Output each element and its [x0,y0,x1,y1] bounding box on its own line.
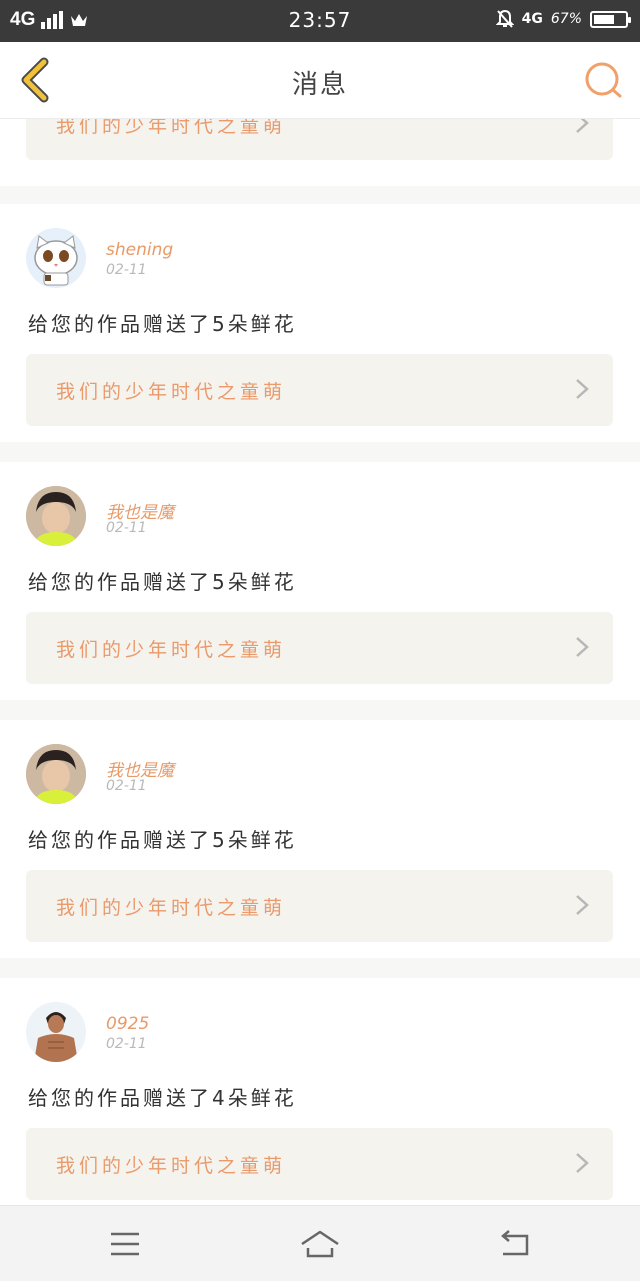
avatar[interactable] [26,228,86,288]
chevron-right-icon [576,637,589,657]
message-date: 02-11 [106,778,147,794]
battery-icon [590,10,631,28]
network-type-right: 4G [521,11,543,27]
mute-bell-icon [495,9,514,28]
message-text: 给您的作品赠送了5朵鲜花 [28,828,297,852]
work-title: 我们的少年时代之童萌 [56,897,287,919]
chevron-right-icon [576,379,589,399]
cat-avatar-image [34,235,78,286]
avatar[interactable] [26,486,86,546]
username[interactable]: shening [106,240,173,260]
work-link[interactable]: 我们的少年时代之童萌 [26,354,613,426]
work-title: 我们的少年时代之童萌 [56,639,287,661]
message-text: 给您的作品赠送了4朵鲜花 [28,1086,297,1110]
page-title: 消息 [291,70,348,100]
message-card: 我也是魔 02-11 给您的作品赠送了5朵鲜花 我们的少年时代之童萌 [0,720,640,958]
message-card: 0925 02-11 给您的作品赠送了4朵鲜花 我们的少年时代之童萌 [0,978,640,1216]
boy-avatar-image [26,744,86,804]
home-icon[interactable] [298,1222,342,1266]
menu-icon[interactable] [103,1222,147,1266]
message-date: 02-11 [106,262,147,278]
back-arrow-icon[interactable] [14,56,62,104]
work-link[interactable]: 我们的少年时代之童萌 [26,612,613,684]
username[interactable]: 0925 [106,1014,149,1034]
message-text: 给您的作品赠送了5朵鲜花 [28,570,297,594]
avatar[interactable] [26,1002,86,1062]
message-card: 我也是魔 02-11 给您的作品赠送了5朵鲜花 我们的少年时代之童萌 [0,462,640,700]
message-date: 02-11 [106,520,147,536]
work-title: 我们的少年时代之童萌 [56,381,287,403]
back-icon[interactable] [493,1222,537,1266]
avatar[interactable] [26,744,86,804]
work-link[interactable]: 我们的少年时代之童萌 [26,870,613,942]
man-avatar-image [26,1002,86,1062]
boy-avatar-image [26,486,86,546]
battery-percent: 67% [550,11,582,27]
message-card: 我们的少年时代之童萌 [0,88,640,186]
chevron-right-icon [576,895,589,915]
message-date: 02-11 [106,1036,147,1052]
status-bar: 4G 23:57 4G 67% [0,0,640,42]
work-link[interactable]: 我们的少年时代之童萌 [26,1128,613,1200]
message-card: shening 02-11 给您的作品赠送了5朵鲜花 我们的少年时代之童萌 [0,204,640,442]
chevron-right-icon [576,1153,589,1173]
search-icon[interactable] [582,58,626,102]
top-bar: 消息 [0,42,640,119]
message-text: 给您的作品赠送了5朵鲜花 [28,312,297,336]
work-title: 我们的少年时代之童萌 [56,1155,287,1177]
system-nav-bar [0,1205,640,1281]
